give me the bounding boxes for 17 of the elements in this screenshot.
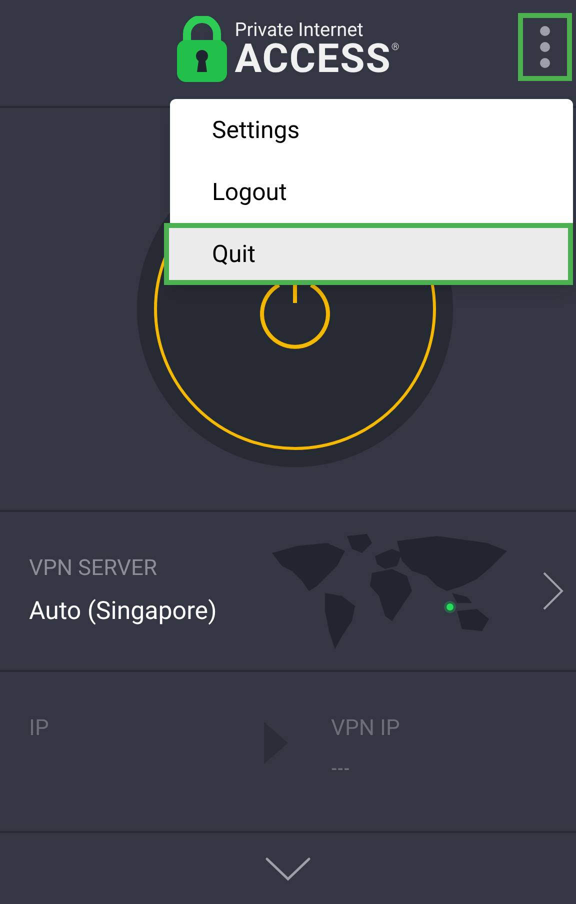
logo-top-text: Private Internet: [234, 20, 364, 38]
chevron-down-icon: [265, 856, 311, 880]
location-dot-icon: [446, 604, 454, 610]
vpn-ip-label: VPN IP: [331, 715, 400, 743]
registered-mark: ®: [391, 42, 400, 52]
more-menu-button[interactable]: [518, 13, 572, 81]
ip-label: IP: [29, 716, 49, 741]
lock-logo-icon: [176, 16, 227, 82]
vpn-server-value: Auto (Singapore): [29, 596, 218, 628]
menu-item[interactable]: Settings: [170, 99, 573, 161]
menu-item[interactable]: Quit: [164, 223, 573, 285]
vpn-server-label: VPN SERVER: [29, 554, 158, 583]
menu-item[interactable]: Logout: [170, 161, 573, 223]
vpn-server-row[interactable]: VPN SERVER Auto (Singapore): [0, 512, 576, 672]
chevron-right-icon: [542, 571, 564, 611]
vpn-ip-value: ---: [331, 758, 351, 780]
logo-bottom-text: ACCESS: [234, 38, 392, 78]
